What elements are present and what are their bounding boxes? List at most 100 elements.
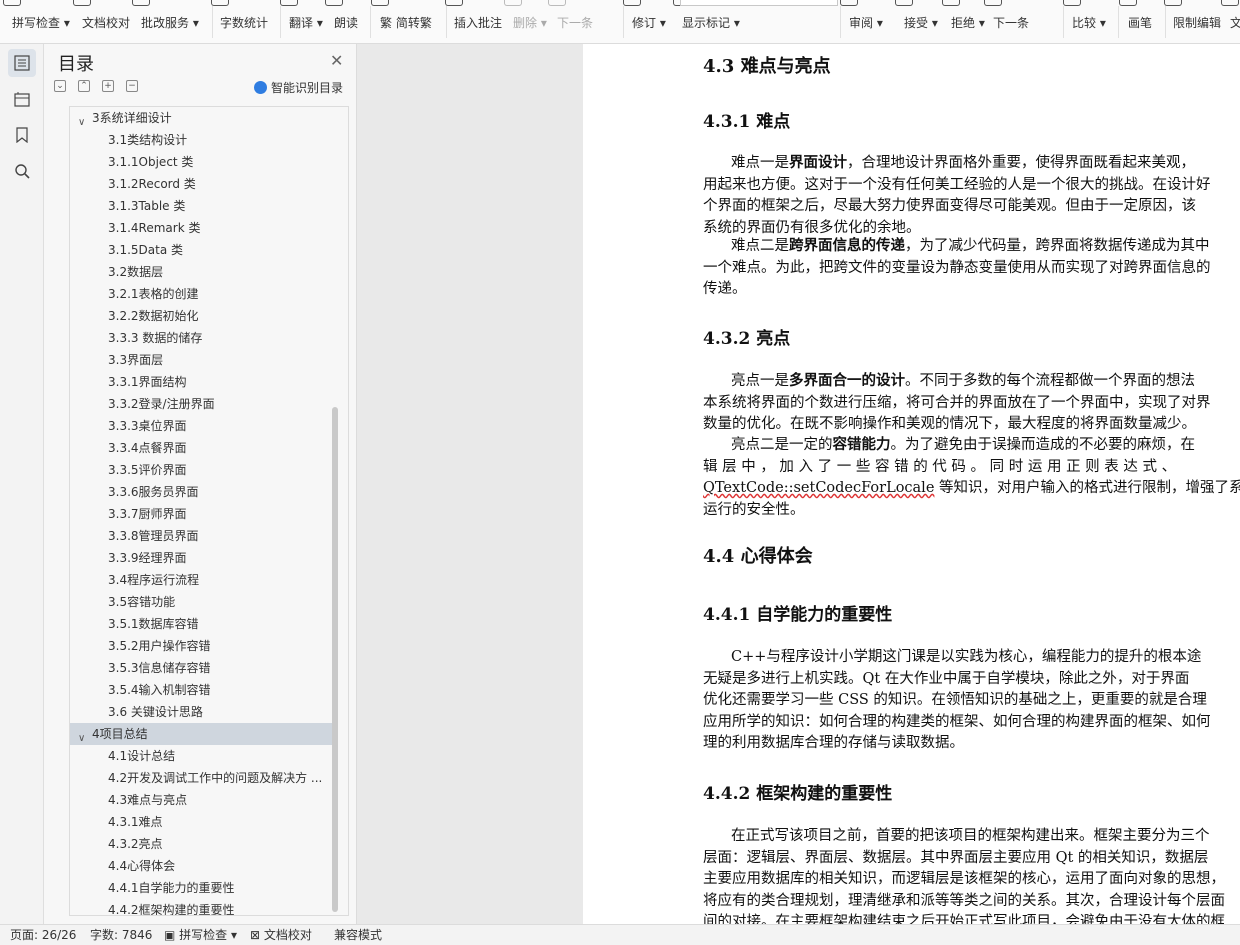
ribbon-search-box[interactable] xyxy=(680,0,838,6)
toc-item[interactable]: 3.5容错功能 xyxy=(70,591,332,613)
ai-toc-label: 智能识别目录 xyxy=(271,81,344,95)
toc-item[interactable]: 3.1.1Object 类 xyxy=(70,151,332,173)
toc-item-label: 3.2.2数据初始化 xyxy=(108,309,199,323)
ribbon-separator xyxy=(1063,6,1064,38)
ribbon-button-label: 画笔 xyxy=(1128,16,1153,30)
ribbon-button-label: 朗读 xyxy=(334,16,359,30)
ai-toc-button[interactable]: 智能识别目录 xyxy=(254,79,343,96)
chevron-up-icon[interactable]: ⌃ xyxy=(78,80,90,92)
bold-term: 界面设计 xyxy=(789,154,847,171)
ribbon-separator xyxy=(1118,6,1119,38)
heading-4-4-2: 4.4.2 框架构建的重要性 xyxy=(703,784,893,804)
toc-item[interactable]: 4.1设计总结 xyxy=(70,745,332,767)
toc-item-label: 3.1.2Record 类 xyxy=(108,177,196,191)
paragraph-line: 无疑是多进行上机实践。Qt 在大作业中属于自学模块，除此之外，对于界面 xyxy=(703,670,1190,687)
status-spell-check[interactable]: ▣ 拼写检查 ▾ xyxy=(164,925,237,945)
ribbon-button-label: 拼写检查 ▾ xyxy=(12,16,70,30)
toc-item[interactable]: 3.3.9经理界面 xyxy=(70,547,332,569)
ribbon-tool-icon xyxy=(942,0,960,6)
paragraph-line: 优化还需要学习一些 CSS 的知识。在领悟知识的基础之上，更重要的就是合理 xyxy=(703,692,1207,708)
bold-term: 多界面合一的设计 xyxy=(789,372,905,389)
toc-item[interactable]: 3.1.5Data 类 xyxy=(70,239,332,261)
toc-title: 目录 xyxy=(58,54,94,75)
ribbon-button-label: 插入批注 xyxy=(454,16,503,30)
ribbon-button-label: 批改服务 ▾ xyxy=(141,16,199,30)
toc-item-label: 3.1.3Table 类 xyxy=(108,199,186,213)
search-icon xyxy=(15,164,30,179)
ribbon-separator xyxy=(446,6,447,38)
toc-item[interactable]: 3.3界面层 xyxy=(70,349,332,371)
toc-item[interactable]: 3.5.3信息储存容错 xyxy=(70,657,332,679)
toc-chapter[interactable]: ∨ 3系统详细设计 xyxy=(70,107,332,129)
toc-item[interactable]: 3.2数据层 xyxy=(70,261,332,283)
toc-item[interactable]: 3.2.1表格的创建 xyxy=(70,283,332,305)
collapse-icon[interactable]: − xyxy=(126,80,138,92)
toc-item[interactable]: 3.2.2数据初始化 xyxy=(70,305,332,327)
toc-item[interactable]: 4.2开发及调试工作中的问题及解决方 ... xyxy=(70,767,332,789)
toc-item[interactable]: 3.5.2用户操作容错 xyxy=(70,635,332,657)
toc-item[interactable]: 4.4.1自学能力的重要性 xyxy=(70,877,332,899)
toc-item[interactable]: 3.3.3 数据的储存 xyxy=(70,327,332,349)
toc-item[interactable]: 3.3.8管理员界面 xyxy=(70,525,332,547)
ribbon-button-label: 拒绝 ▾ xyxy=(951,16,985,30)
toc-item[interactable]: 3.3.3桌位界面 xyxy=(70,415,332,437)
toc-item[interactable]: 3.1.2Record 类 xyxy=(70,173,332,195)
ribbon-tool-icon xyxy=(445,0,463,6)
ribbon-button-label: 文 xyxy=(1230,14,1240,31)
ribbon-button-label: 下一条 xyxy=(993,16,1030,30)
toc-item[interactable]: 4.3.2亮点 xyxy=(70,833,332,855)
toc-item-label: 3.5.2用户操作容错 xyxy=(108,639,211,653)
toc-item-label: 4.3.2亮点 xyxy=(108,837,163,851)
toc-item[interactable]: 3.3.6服务员界面 xyxy=(70,481,332,503)
toc-item-label: 3.3.8管理员界面 xyxy=(108,529,199,543)
chevron-down-icon[interactable]: ∨ xyxy=(78,728,85,745)
page-indicator[interactable]: 页面: 26/26 xyxy=(10,925,76,945)
paragraph-line: 将应有的类合理规划，理清继承和派等等类之间的关系。其次，合理设计每个层面 xyxy=(703,892,1225,909)
toc-item[interactable]: 4.4心得体会 xyxy=(70,855,332,877)
chevron-down-icon[interactable]: ∨ xyxy=(78,112,85,129)
toc-item[interactable]: 3.5.4输入机制容错 xyxy=(70,679,332,701)
document-page[interactable]: 4.3 难点与亮点 4.3.1 难点 难点一是界面设计，合理地设计界面格外重要，… xyxy=(583,44,1240,924)
ribbon-tool-icon xyxy=(132,0,150,6)
toc-item[interactable]: 4.3.1难点 xyxy=(70,811,332,833)
toc-item[interactable]: 3.3.4点餐界面 xyxy=(70,437,332,459)
chapter-nav-button[interactable] xyxy=(8,85,36,113)
heading-4-3: 4.3 难点与亮点 xyxy=(703,56,831,77)
toc-item-label: 4.1设计总结 xyxy=(108,749,176,763)
status-proofread[interactable]: ⊠ 文档校对 xyxy=(250,925,312,945)
find-button[interactable] xyxy=(8,157,36,185)
word-count[interactable]: 字数: 7846 xyxy=(90,925,152,945)
toc-panel-button[interactable] xyxy=(8,49,36,77)
toc-item[interactable]: 3.6 关键设计思路 xyxy=(70,701,332,723)
ribbon-tool-icon xyxy=(504,0,522,6)
toc-item[interactable]: 3.1.4Remark 类 xyxy=(70,217,332,239)
paragraph-self-learning: C++与程序设计小学期这门课是以实践为核心，编程能力的提升的根本途 无疑是多进行上… xyxy=(703,647,1240,755)
toc-item[interactable]: 3.1.3Table 类 xyxy=(70,195,332,217)
toc-item[interactable]: 4.4.2框架构建的重要性 xyxy=(70,899,332,915)
toc-item[interactable]: 3.3.1界面结构 xyxy=(70,371,332,393)
toc-item[interactable]: 3.4程序运行流程 xyxy=(70,569,332,591)
chevron-down-icon[interactable]: ⌄ xyxy=(54,80,66,92)
ribbon-button-label: 修订 ▾ xyxy=(632,16,666,30)
heading-4-3-2: 4.3.2 亮点 xyxy=(703,329,791,349)
ribbon-button-label: 文档校对 xyxy=(82,16,131,30)
toc-item-label: 4项目总结 xyxy=(92,727,148,741)
paragraph-line: 应用所学的知识：如何合理的构建类的框架、如何合理的构建界面的框架、如何 xyxy=(703,713,1211,730)
bookmark-button[interactable] xyxy=(8,121,36,149)
expand-icon[interactable]: + xyxy=(102,80,114,92)
toc-item-label: 4.4心得体会 xyxy=(108,859,176,873)
toc-item[interactable]: 3.3.2登录/注册界面 xyxy=(70,393,332,415)
close-icon[interactable]: ✕ xyxy=(330,51,343,70)
ribbon-tool-icon xyxy=(1063,0,1081,6)
toc-item-label: 3.1.1Object 类 xyxy=(108,155,194,169)
toc-item[interactable]: 3.3.5评价界面 xyxy=(70,459,332,481)
paragraph-line: 理的利用数据库合理的存储与读取数据。 xyxy=(703,735,964,751)
toc-item[interactable]: 3.3.7厨师界面 xyxy=(70,503,332,525)
toc-chapter[interactable]: ∨ 4项目总结 xyxy=(70,723,332,745)
toc-item[interactable]: 3.1类结构设计 xyxy=(70,129,332,151)
toc-item[interactable]: 4.3难点与亮点 xyxy=(70,789,332,811)
toc-scrollbar[interactable] xyxy=(332,407,338,912)
spelling-flag[interactable]: QTextCode::setCodecForLocale xyxy=(703,480,934,496)
toc-item[interactable]: 3.5.1数据库容错 xyxy=(70,613,332,635)
ribbon-tool-icon xyxy=(1119,0,1137,6)
